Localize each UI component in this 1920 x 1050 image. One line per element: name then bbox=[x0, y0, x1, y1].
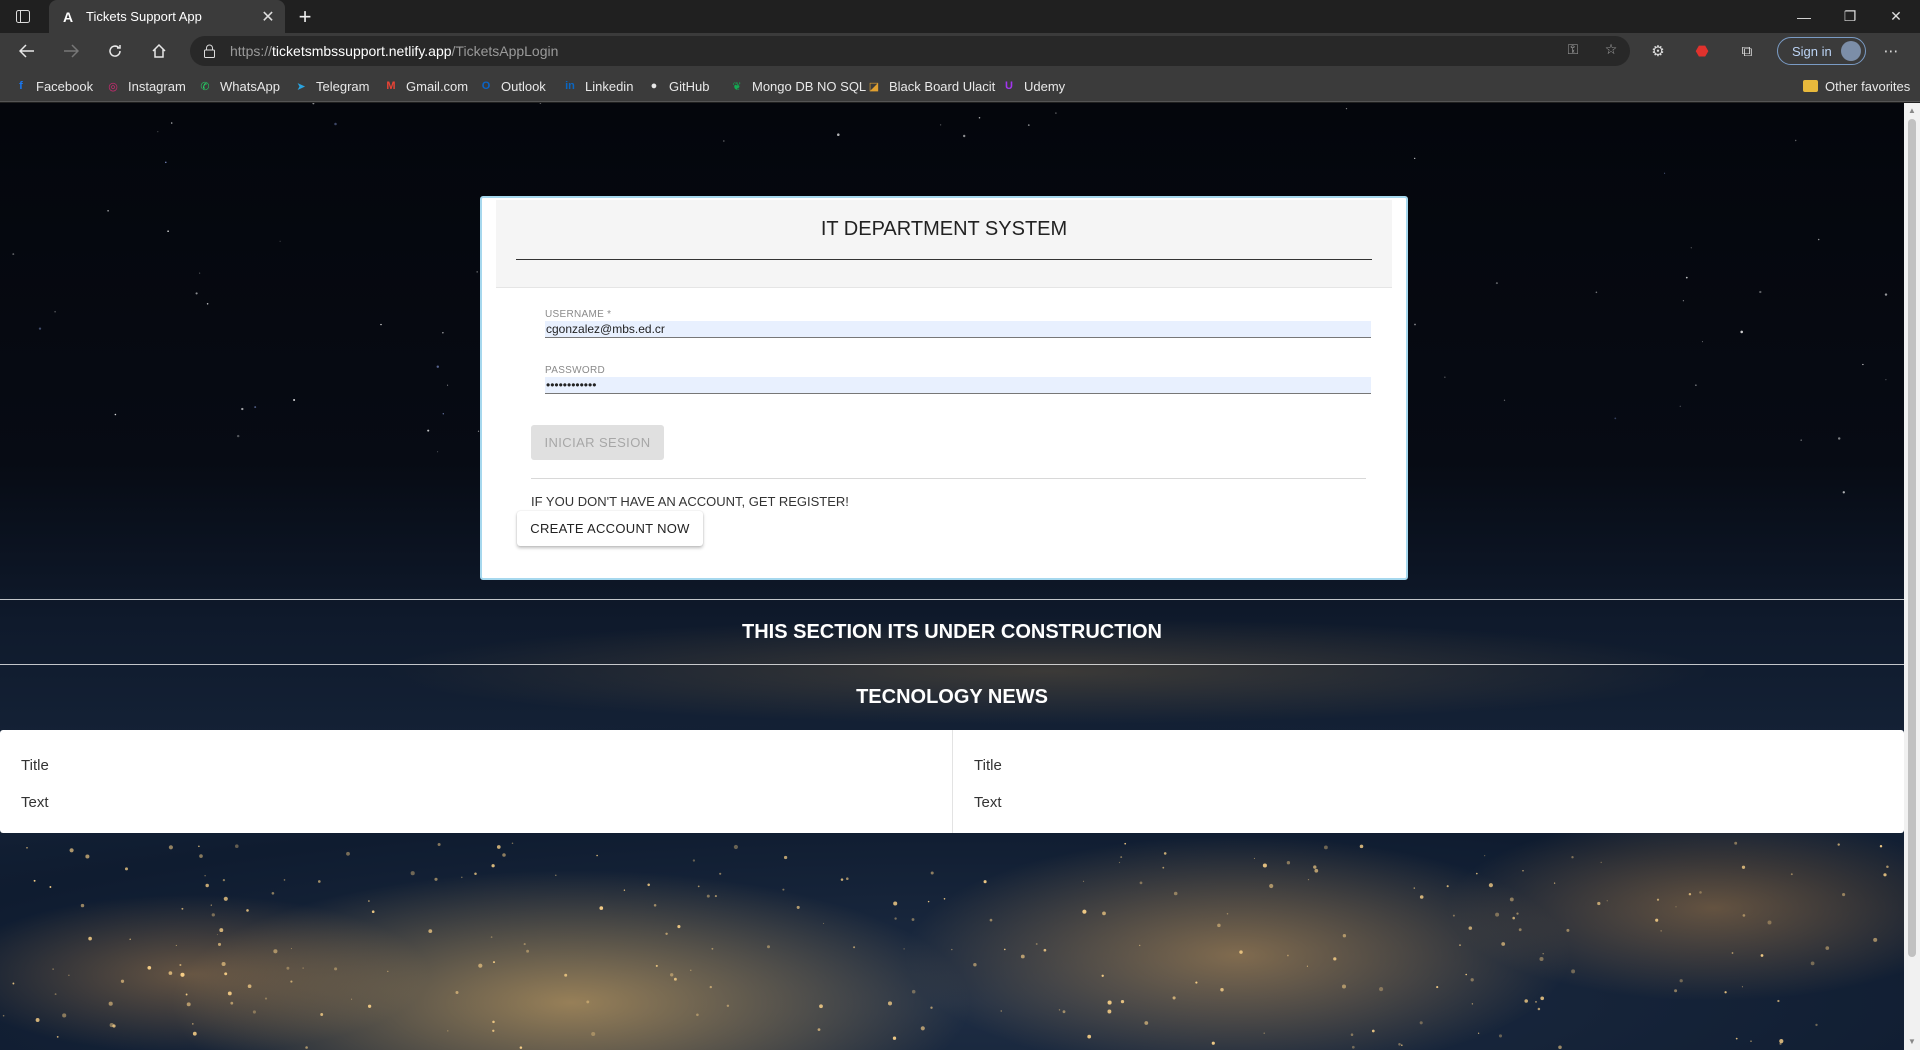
tab-actions-icon[interactable] bbox=[12, 6, 34, 26]
other-favorites-label: Other favorites bbox=[1825, 78, 1911, 94]
form-divider bbox=[531, 478, 1366, 479]
profile-avatar bbox=[1841, 41, 1861, 61]
whatsapp-icon: ✆ bbox=[200, 80, 210, 93]
news-heading: TECNOLOGY NEWS bbox=[856, 686, 1048, 708]
register-prompt: IF YOU DON'T HAVE AN ACCOUNT, GET REGIST… bbox=[531, 494, 849, 509]
github-icon: ● bbox=[650, 80, 658, 92]
scroll-up-icon[interactable]: ▲ bbox=[1908, 107, 1916, 115]
bookmark-github[interactable]: ● GitHub bbox=[646, 76, 710, 96]
more-menu-icon[interactable]: ⋯ bbox=[1880, 40, 1902, 62]
bookmark-label: Facebook bbox=[36, 78, 94, 94]
bookmark-linkedin[interactable]: in Linkedin bbox=[562, 76, 633, 96]
construction-banner: THIS SECTION ITS UNDER CONSTRUCTION bbox=[741, 621, 1162, 643]
url-text: https://ticketsmbssupport.netlify.app/Ti… bbox=[230, 43, 559, 59]
page-title: IT DEPARTMENT SYSTEM bbox=[820, 218, 1068, 240]
news-card-title: Title bbox=[21, 757, 49, 774]
mongodb-icon: ❦ bbox=[732, 80, 742, 93]
extensions-puzzle-icon[interactable]: ⧉ bbox=[1736, 40, 1758, 62]
bookmark-label: Udemy bbox=[1024, 78, 1066, 94]
bookmark-label: Linkedin bbox=[585, 78, 634, 94]
bookmark-facebook[interactable]: f Facebook bbox=[13, 76, 93, 96]
instagram-icon: ◎ bbox=[108, 80, 118, 93]
bookmark-label: Mongo DB NO SQL bbox=[752, 78, 867, 94]
outlook-icon: O bbox=[481, 80, 491, 92]
telegram-icon: ➤ bbox=[296, 80, 306, 93]
home-icon[interactable] bbox=[145, 37, 173, 65]
login-card: IT DEPARTMENT SYSTEM USERNAME * PASSWORD… bbox=[480, 196, 1408, 580]
restore-icon[interactable]: ❐ bbox=[1827, 0, 1873, 33]
lock-icon[interactable] bbox=[202, 43, 216, 59]
bookmark-label: Black Board Ulacit bbox=[889, 78, 996, 94]
bookmark-gmail-com[interactable]: M Gmail.com bbox=[383, 76, 468, 96]
tab-title: Tickets Support App bbox=[86, 9, 202, 24]
bookmark-label: WhatsApp bbox=[220, 78, 280, 94]
username-input[interactable] bbox=[545, 321, 1371, 338]
bookmark-telegram[interactable]: ➤ Telegram bbox=[293, 76, 369, 96]
extension-icon[interactable]: ⚙ bbox=[1647, 40, 1669, 62]
news-section: Title Text Title Text bbox=[0, 730, 1904, 833]
bookmark-outlook[interactable]: O Outlook bbox=[478, 76, 546, 96]
angular-icon: A bbox=[62, 8, 74, 25]
construction-bottom-rule bbox=[0, 664, 1904, 665]
tab-bar: A Tickets Support App ✕ + — ❐ ✕ bbox=[0, 0, 1920, 33]
header-divider bbox=[516, 259, 1372, 260]
minimize-icon[interactable]: — bbox=[1781, 0, 1827, 33]
news-card: Title Text bbox=[0, 730, 952, 833]
new-tab-icon[interactable]: + bbox=[292, 4, 318, 30]
facebook-icon: f bbox=[19, 80, 23, 92]
news-card-text: Text bbox=[974, 794, 1002, 811]
back-icon[interactable] bbox=[13, 37, 41, 65]
blackboard-icon: ◪ bbox=[868, 80, 880, 93]
news-card: Title Text bbox=[952, 730, 1904, 833]
browser-toolbar: https://ticketsmbssupport.netlify.app/Ti… bbox=[0, 33, 1920, 69]
bookmark-label: GitHub bbox=[669, 78, 710, 94]
news-card-text: Text bbox=[21, 794, 49, 811]
page-viewport: IT DEPARTMENT SYSTEM USERNAME * PASSWORD… bbox=[0, 103, 1904, 1050]
gmail-icon: M bbox=[386, 80, 396, 92]
bookmark-whatsapp[interactable]: ✆ WhatsApp bbox=[197, 76, 280, 96]
password-key-icon[interactable]: ⚿ bbox=[1563, 39, 1583, 59]
adblock-icon[interactable]: ⬣ bbox=[1691, 40, 1713, 62]
sign-in-label: Sign in bbox=[1792, 43, 1832, 59]
refresh-icon[interactable] bbox=[101, 37, 129, 65]
bookmark-black-board-ulacit[interactable]: ◪ Black Board Ulacit bbox=[866, 76, 995, 96]
bookmark-label: Outlook bbox=[501, 78, 546, 94]
linkedin-icon: in bbox=[565, 80, 575, 92]
close-window-icon[interactable]: ✕ bbox=[1873, 0, 1919, 33]
folder-icon bbox=[1803, 80, 1818, 92]
login-button[interactable]: INICIAR SESION bbox=[531, 425, 664, 460]
username-label: USERNAME * bbox=[545, 309, 612, 320]
sign-in-button[interactable]: Sign in bbox=[1777, 37, 1866, 65]
bookmark-instagram[interactable]: ◎ Instagram bbox=[105, 76, 186, 96]
close-tab-icon[interactable]: ✕ bbox=[257, 6, 279, 28]
scroll-thumb[interactable] bbox=[1908, 119, 1916, 957]
construction-top-rule bbox=[0, 599, 1904, 600]
scroll-down-icon[interactable]: ▼ bbox=[1908, 1038, 1916, 1046]
password-label: PASSWORD bbox=[545, 365, 605, 376]
bookmarks-bar: f Facebook ◎ Instagram ✆ WhatsApp ➤ Telegram M Gm… bbox=[0, 69, 1920, 102]
bookmark-udemy[interactable]: U Udemy bbox=[1001, 76, 1065, 96]
forward-icon[interactable] bbox=[57, 37, 85, 65]
active-tab[interactable]: A Tickets Support App ✕ bbox=[49, 0, 285, 33]
bookmark-label: Instagram bbox=[128, 78, 186, 94]
add-favorite-icon[interactable]: ☆ bbox=[1601, 39, 1621, 59]
news-card-title: Title bbox=[974, 757, 1002, 774]
udemy-icon: U bbox=[1005, 80, 1013, 92]
bookmark-mongo-db-no-sql[interactable]: ❦ Mongo DB NO SQL bbox=[729, 76, 866, 96]
address-bar[interactable]: https://ticketsmbssupport.netlify.app/Ti… bbox=[190, 36, 1630, 66]
bookmark-label: Gmail.com bbox=[406, 78, 469, 94]
page-scrollbar[interactable]: ▲ ▼ bbox=[1904, 103, 1920, 1050]
password-input[interactable] bbox=[545, 377, 1371, 394]
bookmark-label: Telegram bbox=[316, 78, 370, 94]
create-account-button[interactable]: CREATE ACCOUNT NOW bbox=[517, 511, 703, 546]
login-card-header: IT DEPARTMENT SYSTEM bbox=[496, 200, 1392, 288]
other-favorites[interactable]: Other favorites bbox=[1803, 76, 1910, 96]
